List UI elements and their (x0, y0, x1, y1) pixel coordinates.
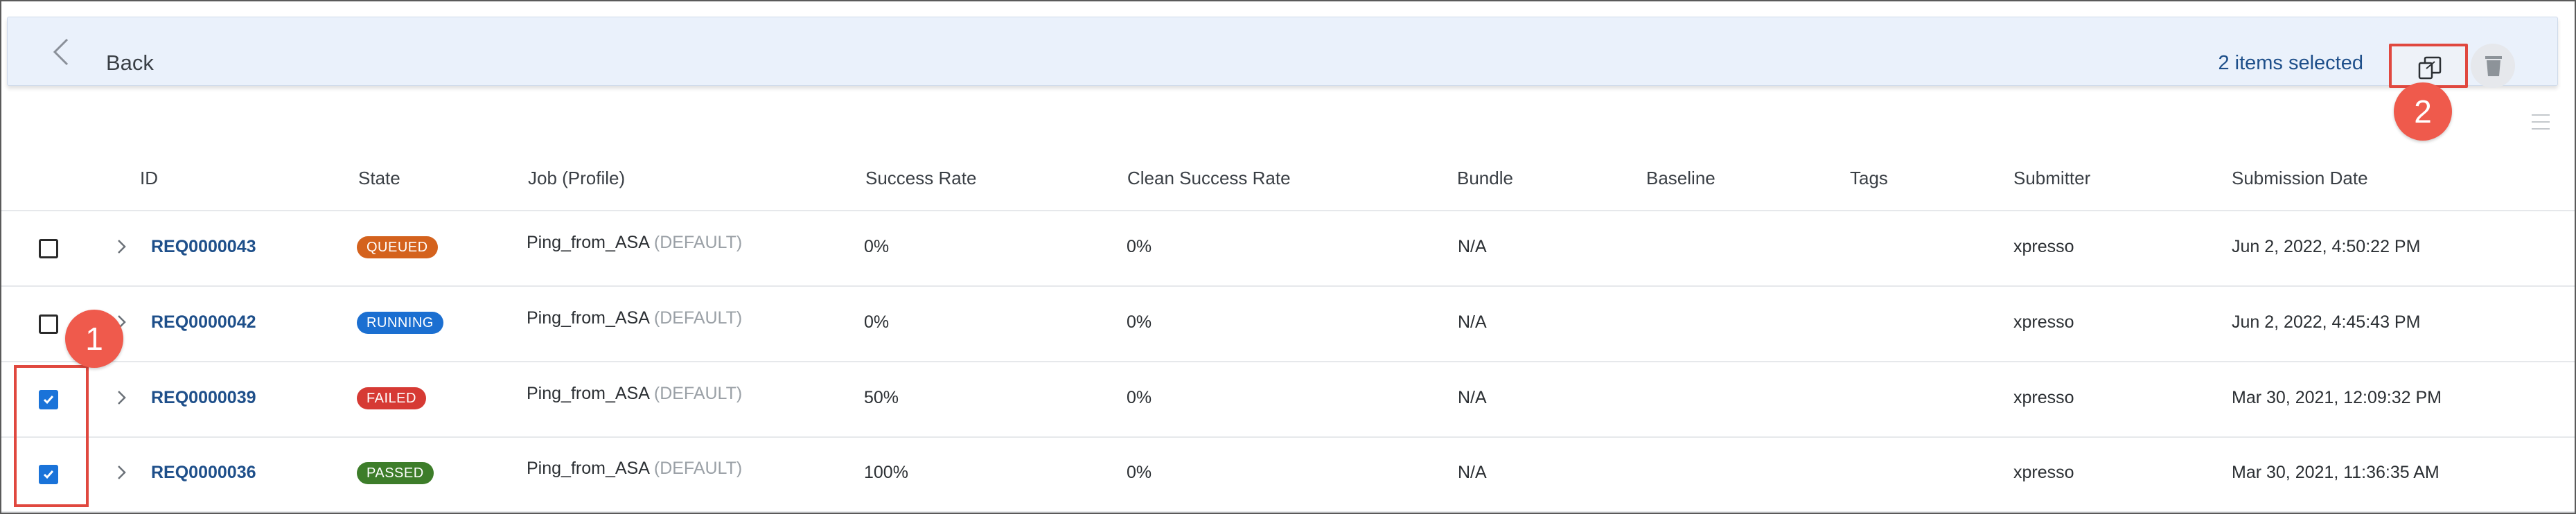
job-cell: Ping_from_ASA (DEFAULT) (527, 233, 742, 253)
column-header-baseline[interactable]: Baseline (1646, 168, 1715, 189)
back-button[interactable]: Back (106, 51, 154, 76)
copy-button[interactable] (2389, 44, 2468, 88)
job-cell: Ping_from_ASA (DEFAULT) (527, 308, 742, 328)
chevron-right-icon[interactable] (114, 238, 128, 256)
clean-success-rate-cell: 0% (1127, 463, 1152, 482)
column-header-id[interactable]: ID (140, 168, 158, 189)
table-row[interactable]: REQ0000036 PASSED Ping_from_ASA (DEFAULT)… (1, 436, 2575, 513)
bundle-cell: N/A (1458, 237, 1487, 256)
submission-date-cell: Mar 30, 2021, 11:36:35 AM (2232, 463, 2440, 482)
status-badge: QUEUED (357, 236, 438, 258)
submission-date-cell: Mar 30, 2021, 12:09:32 PM (2232, 388, 2442, 407)
status-badge: RUNNING (357, 312, 443, 334)
column-header-bundle[interactable]: Bundle (1457, 168, 1513, 189)
job-profile: (DEFAULT) (653, 459, 743, 478)
column-header-submitter[interactable]: Submitter (2013, 168, 2090, 189)
status-badge: FAILED (357, 387, 426, 409)
clean-success-rate-cell: 0% (1127, 237, 1152, 256)
column-header-success-rate[interactable]: Success Rate (865, 168, 976, 189)
callout-2: 2 (2394, 82, 2452, 141)
request-id-link[interactable]: REQ0000036 (151, 463, 256, 483)
submitter-cell: xpresso (2013, 388, 2074, 407)
job-profile: (DEFAULT) (653, 233, 743, 252)
column-settings-icon[interactable] (2530, 112, 2551, 132)
selection-highlight-box (14, 365, 89, 507)
job-name: Ping_from_ASA (527, 233, 650, 252)
column-header-state[interactable]: State (358, 168, 400, 189)
column-header-tags[interactable]: Tags (1850, 168, 1888, 189)
submission-date-cell: Jun 2, 2022, 4:45:43 PM (2232, 312, 2421, 332)
success-rate-cell: 0% (864, 312, 890, 332)
success-rate-cell: 0% (864, 237, 890, 256)
submitter-cell: xpresso (2013, 312, 2074, 332)
app-window: Back 2 items selected 2 ID State Job (Pr… (0, 0, 2576, 514)
bundle-cell: N/A (1458, 312, 1487, 332)
table-row[interactable]: REQ0000039 FAILED Ping_from_ASA (DEFAULT)… (1, 362, 2575, 438)
table-header: ID State Job (Profile) Success Rate Clea… (1, 145, 2575, 211)
job-name: Ping_from_ASA (527, 308, 650, 328)
chevron-right-icon[interactable] (114, 463, 128, 481)
clean-success-rate-cell: 0% (1127, 388, 1152, 407)
submission-date-cell: Jun 2, 2022, 4:50:22 PM (2232, 237, 2421, 256)
selected-count: 2 items selected (2218, 52, 2363, 74)
delete-button[interactable] (2471, 44, 2515, 88)
clean-success-rate-cell: 0% (1127, 312, 1152, 332)
chevron-left-icon[interactable] (48, 37, 76, 67)
job-name: Ping_from_ASA (527, 384, 650, 403)
row-checkbox[interactable] (39, 314, 58, 334)
job-profile: (DEFAULT) (653, 308, 743, 328)
column-header-submission-date[interactable]: Submission Date (2232, 168, 2368, 189)
table-row[interactable]: REQ0000043 QUEUED Ping_from_ASA (DEFAULT)… (1, 211, 2575, 287)
bundle-cell: N/A (1458, 388, 1487, 407)
status-badge: PASSED (357, 462, 434, 484)
selection-toolbar: Back 2 items selected (7, 17, 2558, 88)
job-name: Ping_from_ASA (527, 459, 650, 478)
request-id-link[interactable]: REQ0000039 (151, 388, 256, 408)
submitter-cell: xpresso (2013, 237, 2074, 256)
request-id-link[interactable]: REQ0000042 (151, 312, 256, 333)
trash-icon (2485, 56, 2502, 76)
request-id-link[interactable]: REQ0000043 (151, 237, 256, 257)
table-row[interactable]: REQ0000042 RUNNING Ping_from_ASA (DEFAULT… (1, 286, 2575, 362)
column-header-clean-success-rate[interactable]: Clean Success Rate (1127, 168, 1291, 189)
column-header-job[interactable]: Job (Profile) (528, 168, 625, 189)
chevron-right-icon[interactable] (114, 389, 128, 407)
submitter-cell: xpresso (2013, 463, 2074, 482)
job-profile: (DEFAULT) (653, 384, 743, 403)
bundle-cell: N/A (1458, 463, 1487, 482)
row-checkbox[interactable] (39, 239, 58, 258)
job-cell: Ping_from_ASA (DEFAULT) (527, 384, 742, 404)
copy-icon (2418, 56, 2442, 80)
success-rate-cell: 50% (864, 388, 899, 407)
success-rate-cell: 100% (864, 463, 908, 482)
callout-1: 1 (65, 310, 123, 368)
job-cell: Ping_from_ASA (DEFAULT) (527, 459, 742, 479)
